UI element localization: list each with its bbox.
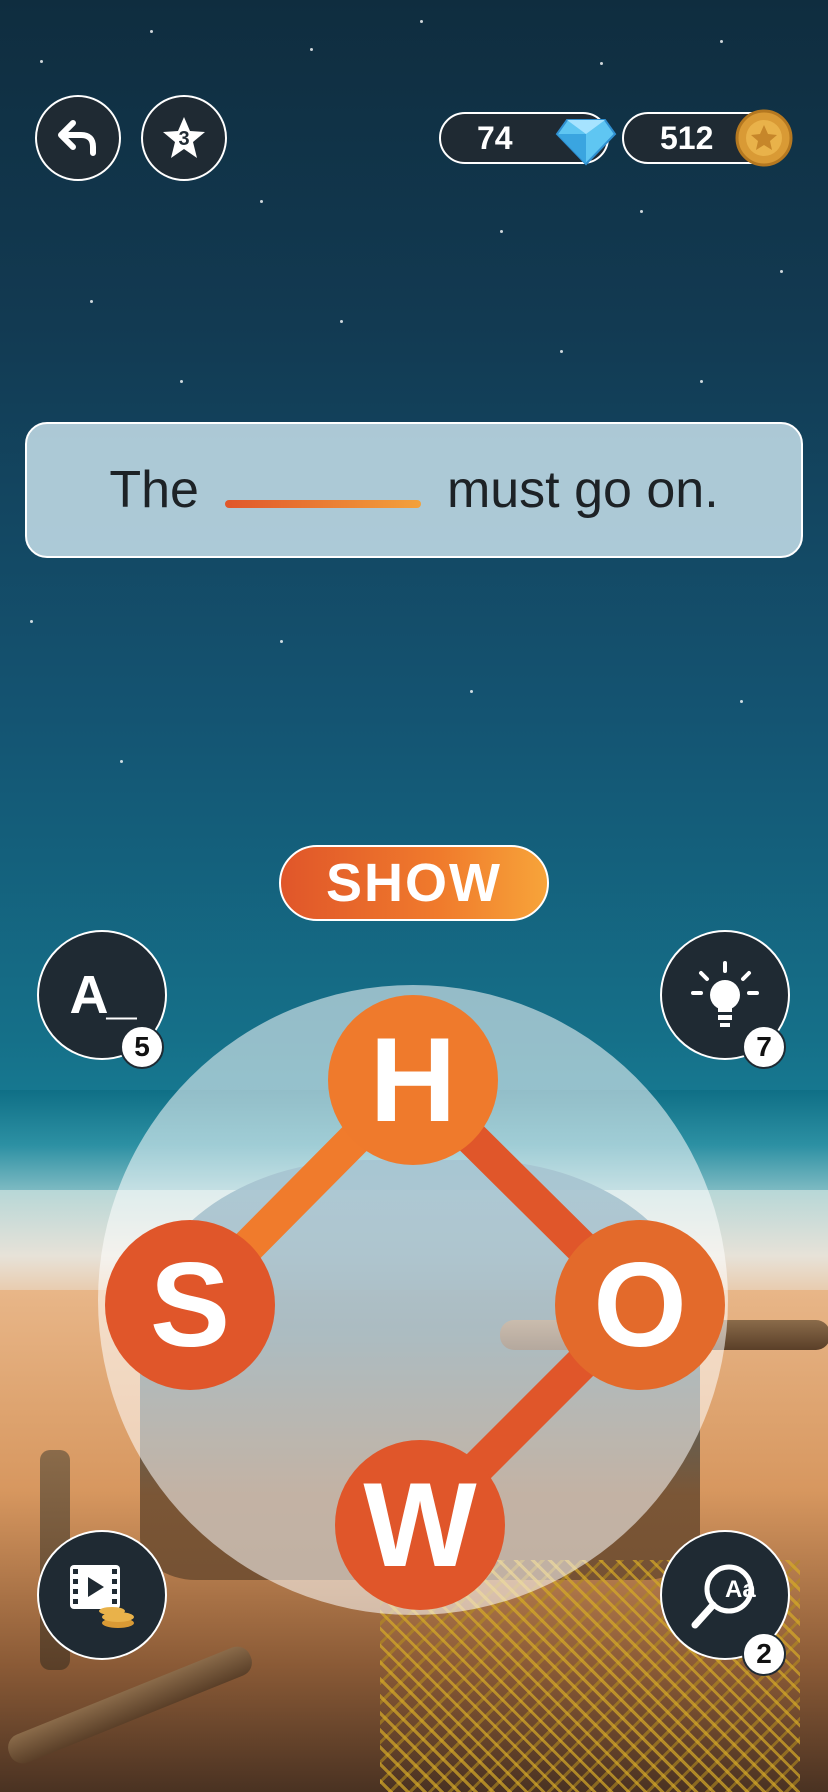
letter-tile-w[interactable]: W [335,1440,505,1610]
letter-tile-h[interactable]: H [328,995,498,1165]
letter-tile-s[interactable]: S [105,1220,275,1390]
letter-tile-o[interactable]: O [555,1220,725,1390]
